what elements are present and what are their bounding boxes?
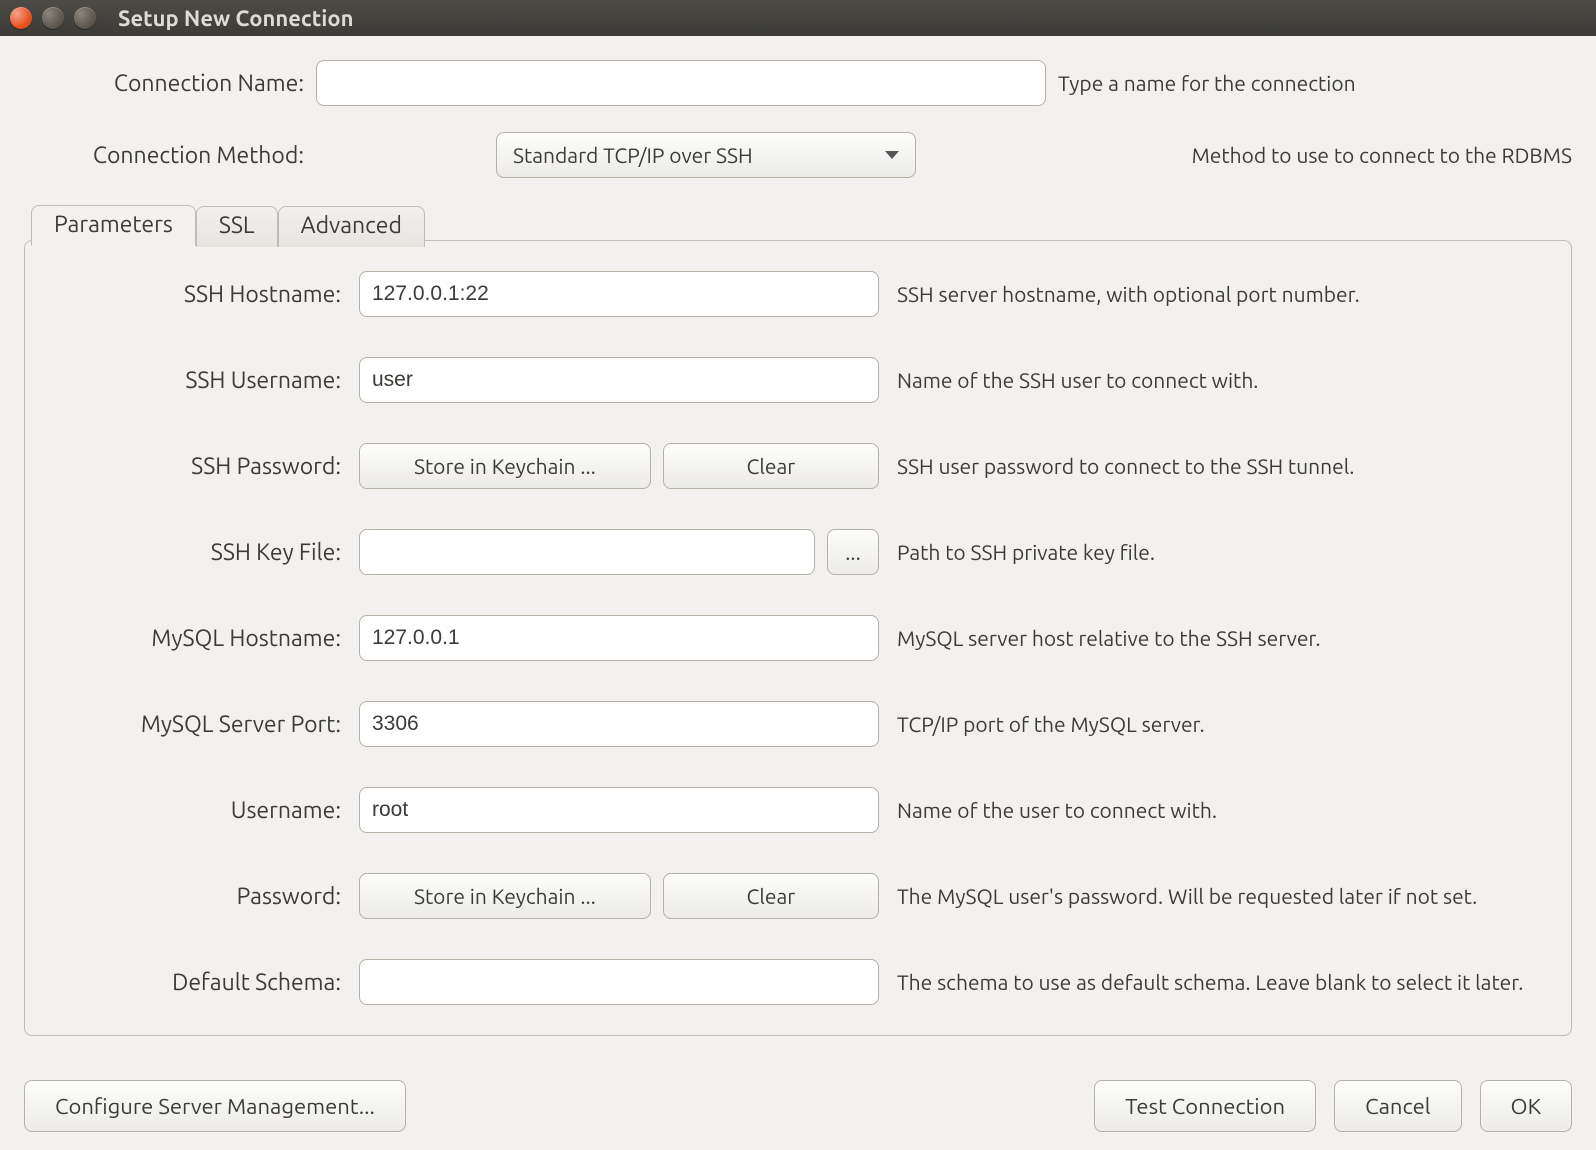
connection-method-hint: Method to use to connect to the RDBMS bbox=[1058, 143, 1572, 167]
tab-advanced[interactable]: Advanced bbox=[278, 206, 425, 247]
default-schema-label: Default Schema: bbox=[51, 970, 341, 995]
default-schema-input[interactable] bbox=[359, 959, 879, 1005]
connection-name-label: Connection Name: bbox=[24, 71, 304, 96]
mysql-hostname-label: MySQL Hostname: bbox=[51, 626, 341, 651]
tab-ssl[interactable]: SSL bbox=[196, 206, 278, 247]
mysql-port-hint: TCP/IP port of the MySQL server. bbox=[897, 712, 1545, 736]
configure-server-management-button[interactable]: Configure Server Management... bbox=[24, 1080, 406, 1132]
cancel-button[interactable]: Cancel bbox=[1334, 1080, 1461, 1132]
mysql-port-label: MySQL Server Port: bbox=[51, 712, 341, 737]
ssh-username-label: SSH Username: bbox=[51, 368, 341, 393]
chevron-down-icon bbox=[885, 151, 899, 159]
ssh-hostname-input[interactable] bbox=[359, 271, 879, 317]
ssh-password-clear-button[interactable]: Clear bbox=[663, 443, 879, 489]
mysql-hostname-input[interactable] bbox=[359, 615, 879, 661]
connection-name-hint: Type a name for the connection bbox=[1058, 71, 1572, 95]
titlebar: Setup New Connection bbox=[0, 0, 1596, 36]
window-title: Setup New Connection bbox=[118, 6, 353, 31]
password-store-button[interactable]: Store in Keychain ... bbox=[359, 873, 651, 919]
password-hint: The MySQL user's password. Will be reque… bbox=[897, 884, 1545, 908]
parameters-form: SSH Hostname: SSH server hostname, with … bbox=[51, 271, 1545, 1005]
connection-method-dropdown[interactable]: Standard TCP/IP over SSH bbox=[496, 132, 916, 178]
test-connection-button[interactable]: Test Connection bbox=[1094, 1080, 1316, 1132]
window: Setup New Connection Connection Name: Ty… bbox=[0, 0, 1596, 1150]
dialog-footer: Configure Server Management... Test Conn… bbox=[24, 1070, 1572, 1132]
connection-method-label: Connection Method: bbox=[24, 143, 304, 168]
window-minimize-icon[interactable] bbox=[42, 7, 64, 29]
ssh-password-label: SSH Password: bbox=[51, 454, 341, 479]
tabs-strip: Parameters SSL Advanced bbox=[25, 205, 425, 246]
password-clear-button[interactable]: Clear bbox=[663, 873, 879, 919]
mysql-port-input[interactable] bbox=[359, 701, 879, 747]
password-label: Password: bbox=[51, 884, 341, 909]
ssh-password-hint: SSH user password to connect to the SSH … bbox=[897, 454, 1545, 478]
ssh-hostname-hint: SSH server hostname, with optional port … bbox=[897, 282, 1545, 306]
window-close-icon[interactable] bbox=[10, 7, 32, 29]
ssh-username-input[interactable] bbox=[359, 357, 879, 403]
ok-button[interactable]: OK bbox=[1480, 1080, 1572, 1132]
ssh-password-store-button[interactable]: Store in Keychain ... bbox=[359, 443, 651, 489]
top-section: Connection Name: Type a name for the con… bbox=[24, 60, 1572, 178]
ssh-keyfile-input[interactable] bbox=[359, 529, 815, 575]
connection-name-input[interactable] bbox=[316, 60, 1046, 106]
username-label: Username: bbox=[51, 798, 341, 823]
username-input[interactable] bbox=[359, 787, 879, 833]
username-hint: Name of the user to connect with. bbox=[897, 798, 1545, 822]
ssh-keyfile-browse-button[interactable]: ... bbox=[827, 529, 879, 575]
mysql-hostname-hint: MySQL server host relative to the SSH se… bbox=[897, 626, 1545, 650]
ssh-hostname-label: SSH Hostname: bbox=[51, 282, 341, 307]
connection-method-value: Standard TCP/IP over SSH bbox=[513, 143, 753, 167]
dialog-body: Connection Name: Type a name for the con… bbox=[0, 36, 1596, 1150]
ssh-keyfile-label: SSH Key File: bbox=[51, 540, 341, 565]
window-maximize-icon[interactable] bbox=[74, 7, 96, 29]
tab-parameters[interactable]: Parameters bbox=[31, 205, 196, 246]
tabs-panel: Parameters SSL Advanced SSH Hostname: SS… bbox=[24, 240, 1572, 1036]
ssh-keyfile-hint: Path to SSH private key file. bbox=[897, 540, 1545, 564]
default-schema-hint: The schema to use as default schema. Lea… bbox=[897, 970, 1545, 994]
ssh-username-hint: Name of the SSH user to connect with. bbox=[897, 368, 1545, 392]
